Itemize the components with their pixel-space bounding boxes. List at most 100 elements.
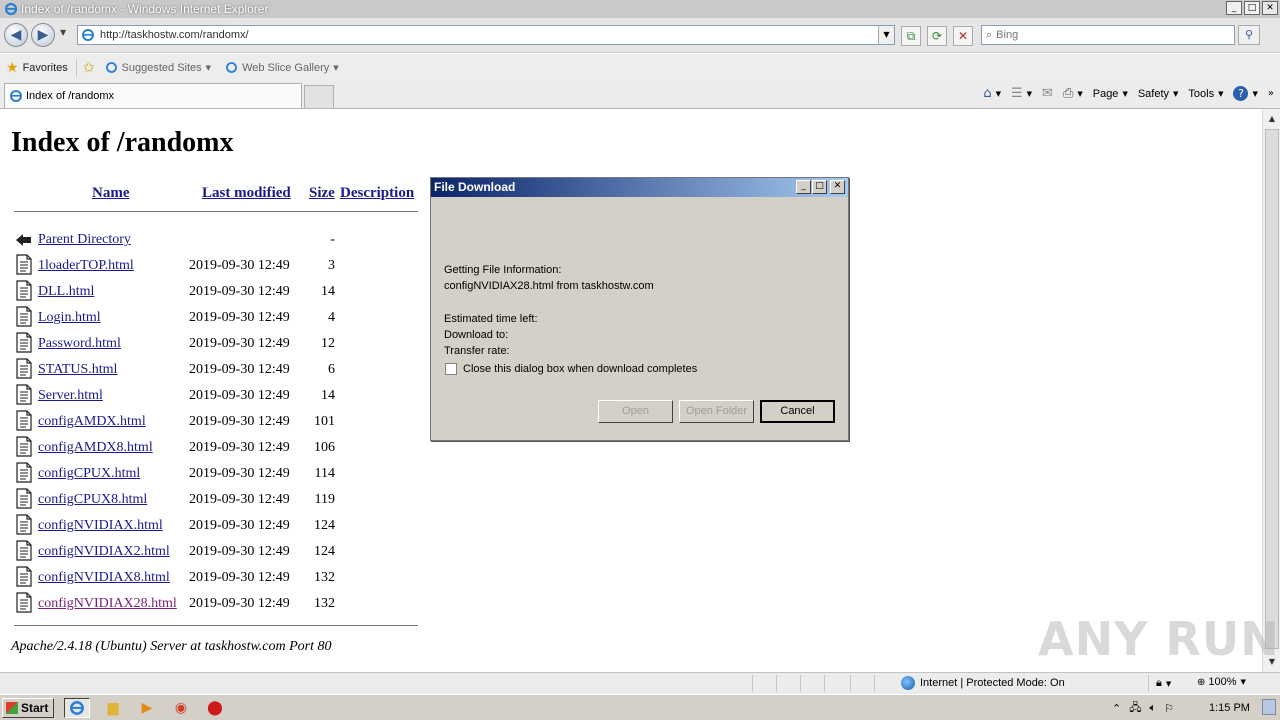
- table-row: configCPUX.html 2019-09-30 12:49 114: [13, 460, 419, 486]
- start-button[interactable]: Start: [2, 698, 54, 718]
- column-description-link[interactable]: Description: [340, 185, 414, 202]
- minimize-button[interactable]: _: [1226, 1, 1242, 15]
- refresh-button[interactable]: ⟳: [927, 26, 947, 46]
- show-hidden-icons-icon[interactable]: ⌃: [1112, 702, 1121, 715]
- file-link[interactable]: DLL.html: [38, 284, 94, 300]
- parent-directory-row: Parent Directory -: [13, 226, 419, 252]
- volume-icon[interactable]: 🔈︎: [1149, 701, 1156, 715]
- file-link[interactable]: Password.html: [38, 336, 121, 352]
- file-modified: 2019-09-30 12:49: [189, 492, 290, 507]
- show-desktop-button[interactable]: [1262, 699, 1276, 715]
- checkbox-box[interactable]: [445, 363, 457, 375]
- stop-button[interactable]: ✕: [953, 26, 973, 46]
- tab-index-of-randomx[interactable]: Index of /randomx: [4, 83, 302, 108]
- column-last-modified-link[interactable]: Last modified: [202, 185, 291, 202]
- print-button[interactable]: ⎙ ▼: [1063, 86, 1083, 101]
- html-file-icon: [16, 306, 32, 327]
- maximize-button[interactable]: □: [1244, 1, 1260, 15]
- back-folder-icon: [16, 234, 31, 246]
- file-link[interactable]: configNVIDIAX2.html: [38, 544, 170, 560]
- taskbar-media-player-button[interactable]: ▶: [134, 698, 160, 718]
- forward-button[interactable]: ▶: [31, 23, 55, 47]
- protected-mode-button[interactable]: 🔒︎ ▼: [1156, 676, 1171, 690]
- more-commands-chevron[interactable]: »: [1268, 88, 1274, 99]
- action-center-flag-icon[interactable]: ⚐: [1164, 702, 1174, 715]
- file-link[interactable]: configAMDX.html: [38, 414, 146, 430]
- taskbar-explorer-button[interactable]: ▆: [100, 698, 126, 718]
- web-slice-gallery-link[interactable]: Web Slice Gallery ▼: [225, 61, 339, 74]
- search-button[interactable]: ⚲: [1238, 25, 1260, 45]
- taskbar-opera-button[interactable]: ⬤: [202, 698, 228, 718]
- tools-menu[interactable]: Tools ▼: [1188, 88, 1223, 100]
- status-cell: [824, 675, 825, 692]
- window-title-bar[interactable]: Index of /randomx - Windows Internet Exp…: [0, 0, 1280, 18]
- page-menu[interactable]: Page ▼: [1093, 88, 1128, 100]
- dialog-title-bar[interactable]: File Download _ □ ✕: [431, 178, 848, 197]
- scrollbar-thumb[interactable]: [1265, 129, 1279, 649]
- add-to-favorites-bar-button[interactable]: ✩: [83, 60, 99, 76]
- file-link[interactable]: STATUS.html: [38, 362, 117, 378]
- home-button[interactable]: ⌂ ▼: [983, 86, 1001, 101]
- back-button[interactable]: ◀: [4, 23, 28, 47]
- file-size: 3: [328, 258, 335, 273]
- scroll-up-arrow-icon[interactable]: ▲: [1265, 111, 1279, 127]
- table-row: configNVIDIAX8.html 2019-09-30 12:49 132: [13, 564, 419, 590]
- taskbar-clock[interactable]: 1:15 PM: [1209, 702, 1250, 714]
- file-link[interactable]: configNVIDIAX28.html: [38, 596, 177, 612]
- file-link[interactable]: 1loaderTOP.html: [38, 258, 134, 274]
- file-link[interactable]: Login.html: [38, 310, 101, 326]
- safety-menu[interactable]: Safety ▼: [1138, 88, 1179, 100]
- search-box[interactable]: ⌕ Bing: [981, 25, 1235, 45]
- parent-directory-link[interactable]: Parent Directory: [38, 232, 131, 248]
- vertical-scrollbar[interactable]: ▲ ▼: [1262, 109, 1280, 672]
- file-link[interactable]: Server.html: [38, 388, 103, 404]
- address-url: http://taskhostw.com/randomx/: [100, 29, 249, 41]
- listing-header: Name Last modified Size Description: [13, 181, 419, 211]
- taskbar-chrome-button[interactable]: ◉: [168, 698, 194, 718]
- open-button[interactable]: Open: [598, 400, 673, 423]
- file-link[interactable]: configCPUX.html: [38, 466, 140, 482]
- address-bar[interactable]: http://taskhostw.com/randomx/ ▼: [77, 25, 895, 45]
- table-row: configNVIDIAX2.html 2019-09-30 12:49 124: [13, 538, 419, 564]
- file-link[interactable]: configCPUX8.html: [38, 492, 147, 508]
- file-link[interactable]: configNVIDIAX.html: [38, 518, 163, 534]
- file-size: 132: [314, 596, 335, 611]
- file-rows: 1loaderTOP.html 2019-09-30 12:49 3 DLL.html…: [13, 252, 419, 616]
- footer-divider: [14, 625, 418, 626]
- suggested-sites-link[interactable]: Suggested Sites ▼: [105, 61, 212, 74]
- address-dropdown[interactable]: ▼: [878, 26, 894, 44]
- read-mail-button[interactable]: ✉: [1042, 86, 1053, 101]
- zoom-level-button[interactable]: ⊕ 100% ▼: [1197, 676, 1246, 688]
- taskbar-ie-button[interactable]: [64, 698, 90, 718]
- file-size: 124: [314, 544, 335, 559]
- column-name-link[interactable]: Name: [92, 185, 130, 202]
- favorites-button[interactable]: ★ Favorites: [6, 60, 68, 76]
- network-icon[interactable]: 🖧︎: [1129, 699, 1141, 718]
- file-modified: 2019-09-30 12:49: [189, 518, 290, 533]
- close-when-complete-checkbox[interactable]: Close this dialog box when download comp…: [445, 363, 697, 375]
- globe-icon: [901, 676, 915, 690]
- dialog-minimize-button[interactable]: _: [796, 180, 811, 194]
- file-modified: 2019-09-30 12:49: [189, 414, 290, 429]
- html-file-icon: [16, 540, 32, 561]
- new-tab-button[interactable]: [304, 85, 334, 108]
- html-file-icon: [16, 436, 32, 457]
- dialog-maximize-button[interactable]: □: [812, 180, 827, 194]
- dialog-close-button[interactable]: ✕: [830, 180, 845, 194]
- recent-pages-dropdown[interactable]: ▼: [60, 28, 66, 37]
- status-bar: Internet | Protected Mode: On 🔒︎ ▼ ⊕ 100%…: [0, 672, 1280, 694]
- chevron-down-icon: ▼: [205, 63, 212, 72]
- file-link[interactable]: configAMDX8.html: [38, 440, 153, 456]
- search-input[interactable]: Bing: [996, 29, 1018, 41]
- table-row: DLL.html 2019-09-30 12:49 14: [13, 278, 419, 304]
- security-zone[interactable]: Internet | Protected Mode: On: [901, 676, 1065, 690]
- column-size-link[interactable]: Size: [309, 185, 335, 202]
- file-link[interactable]: configNVIDIAX8.html: [38, 570, 170, 586]
- close-button[interactable]: ✕: [1262, 1, 1278, 15]
- feeds-button[interactable]: ☰ ▼: [1011, 86, 1032, 101]
- compatibility-view-button[interactable]: ⧉: [901, 26, 921, 46]
- open-folder-button[interactable]: Open Folder: [679, 400, 754, 423]
- zone-label: Internet | Protected Mode: On: [920, 677, 1065, 689]
- help-menu[interactable]: ? ▼: [1233, 86, 1258, 101]
- cancel-button[interactable]: Cancel: [760, 400, 835, 423]
